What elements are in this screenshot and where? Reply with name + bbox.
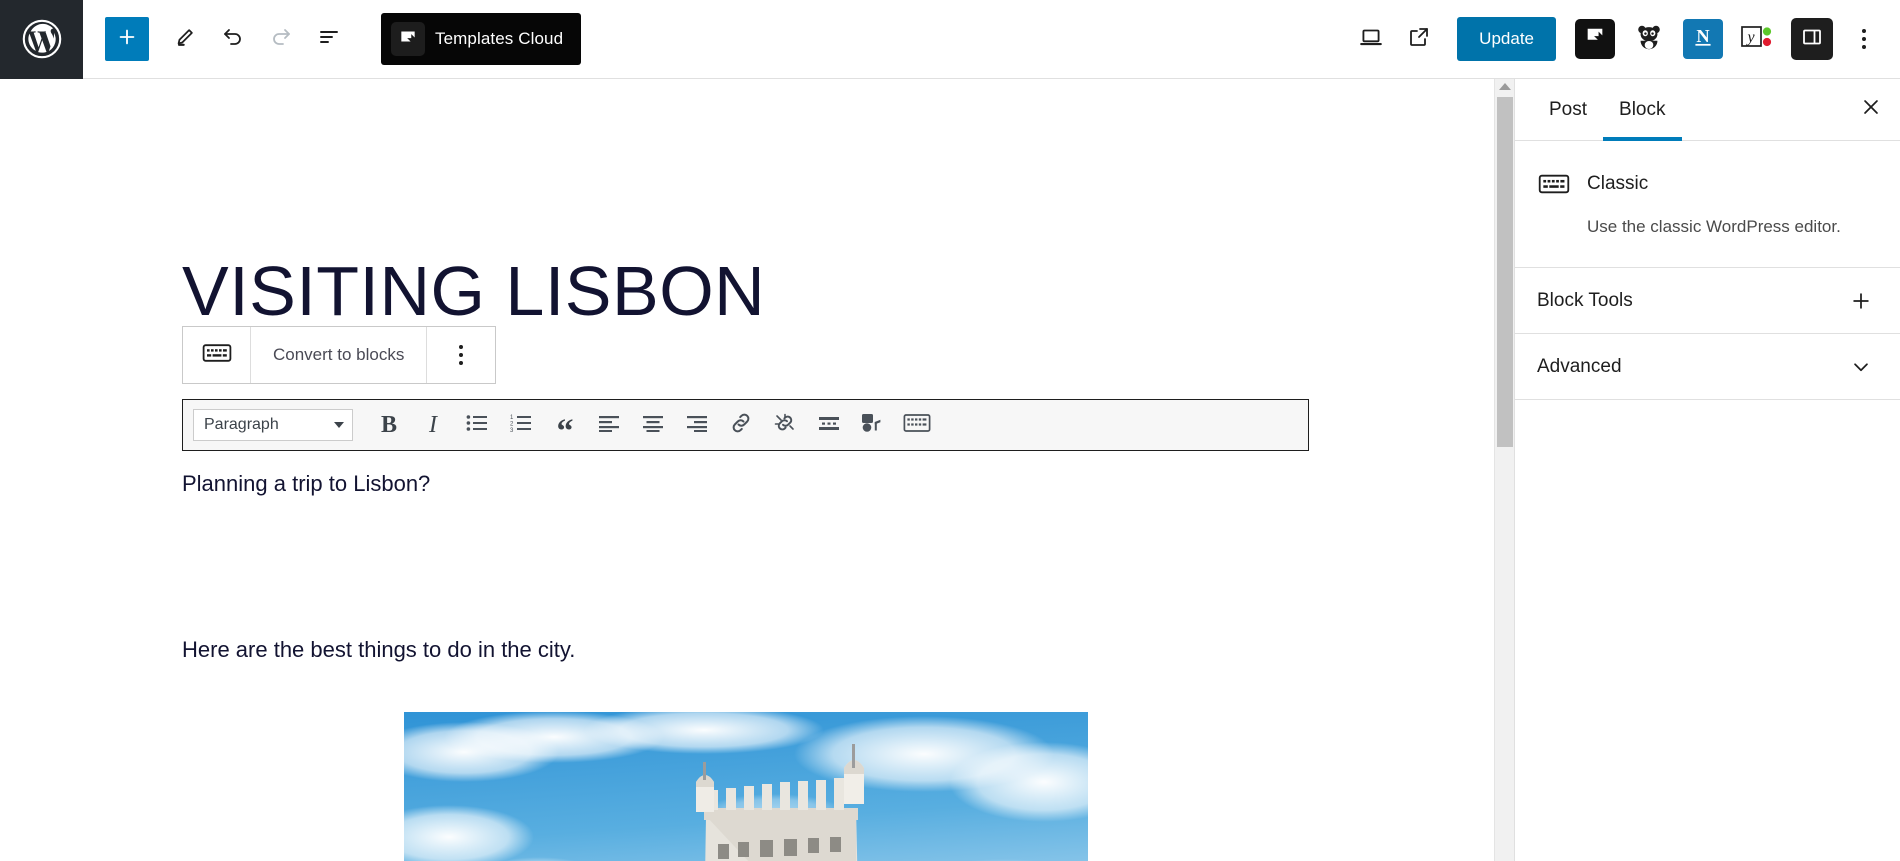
- pencil-icon: [174, 26, 196, 53]
- tab-post[interactable]: Post: [1533, 79, 1603, 140]
- templates-cloud-button[interactable]: Templates Cloud: [381, 13, 581, 65]
- blockquote-button[interactable]: “: [543, 405, 587, 445]
- svg-text:N: N: [1696, 25, 1710, 45]
- toolbar-toggle-button[interactable]: [895, 405, 939, 445]
- panda-icon: [1634, 22, 1664, 57]
- panel-advanced-label: Advanced: [1537, 356, 1622, 378]
- keyboard-icon: [202, 342, 232, 369]
- panel-advanced[interactable]: Advanced: [1515, 334, 1900, 400]
- align-right-button[interactable]: [675, 405, 719, 445]
- external-link-icon: [1407, 25, 1431, 54]
- add-media-button[interactable]: [851, 405, 895, 445]
- settings-sidebar: Post Block: [1514, 79, 1900, 861]
- svg-text:y: y: [1745, 29, 1755, 46]
- align-center-icon: [642, 413, 664, 438]
- tools-button[interactable]: [161, 15, 209, 63]
- tab-block[interactable]: Block: [1603, 79, 1681, 140]
- numbered-list-button[interactable]: 1 2 3: [499, 405, 543, 445]
- nelio-plugin-icon[interactable]: N: [1683, 19, 1723, 59]
- format-select[interactable]: Paragraph: [193, 409, 353, 441]
- convert-to-blocks-button[interactable]: Convert to blocks: [251, 327, 427, 383]
- templates-cloud-label: Templates Cloud: [435, 29, 563, 49]
- keyboard-toolbar-icon: [903, 412, 931, 439]
- templates-cloud-icon: [391, 22, 425, 56]
- undo-button[interactable]: [209, 15, 257, 63]
- block-description: Use the classic WordPress editor.: [1587, 215, 1878, 239]
- unlink-icon: [773, 412, 797, 439]
- templates-cloud-icon: [1584, 26, 1606, 53]
- panel-block-tools-label: Block Tools: [1537, 290, 1633, 312]
- align-right-icon: [686, 413, 708, 438]
- editor-canvas[interactable]: VISITING LISBON: [0, 79, 1494, 861]
- media-icon: [861, 412, 885, 439]
- yoast-seo-icon[interactable]: y: [1733, 15, 1781, 63]
- align-center-button[interactable]: [631, 405, 675, 445]
- vertical-dots-icon: [459, 345, 463, 365]
- editor-top-bar: Templates Cloud Update: [0, 0, 1900, 79]
- block-toolbar: Convert to blocks: [182, 326, 496, 384]
- options-kebab-menu[interactable]: [1842, 15, 1886, 63]
- close-sidebar-button[interactable]: [1842, 79, 1900, 140]
- block-type-button[interactable]: [183, 327, 251, 383]
- paragraph-2[interactable]: Here are the best things to do in the ci…: [182, 635, 575, 665]
- belem-tower-photo[interactable]: [404, 712, 1088, 861]
- top-bar-left-tools: Templates Cloud: [83, 13, 581, 65]
- plus-icon[interactable]: [1844, 284, 1878, 318]
- block-info-card: Classic Use the classic WordPress editor…: [1515, 141, 1900, 268]
- read-more-icon: [818, 413, 840, 438]
- plus-icon: [116, 26, 138, 53]
- paragraph-1[interactable]: Planning a trip to Lisbon?: [182, 469, 430, 499]
- align-left-button[interactable]: [587, 405, 631, 445]
- svg-text:2: 2: [510, 421, 514, 427]
- bulleted-list-icon: [466, 413, 488, 438]
- vertical-dots-icon: [1862, 29, 1866, 49]
- sidebar-tabs: Post Block: [1515, 79, 1900, 141]
- svg-text:1: 1: [510, 415, 514, 421]
- canvas-scrollbar[interactable]: [1494, 79, 1514, 861]
- svg-text:3: 3: [510, 428, 514, 433]
- insert-link-button[interactable]: [719, 405, 763, 445]
- close-icon: [1860, 96, 1882, 123]
- italic-button[interactable]: I: [411, 405, 455, 445]
- numbered-list-icon: 1 2 3: [510, 413, 532, 438]
- bold-button[interactable]: B: [367, 405, 411, 445]
- settings-sidebar-toggle[interactable]: [1791, 18, 1833, 60]
- remove-link-button[interactable]: [763, 405, 807, 445]
- read-more-button[interactable]: [807, 405, 851, 445]
- block-info-header: Classic: [1537, 167, 1878, 201]
- scrollbar-thumb[interactable]: [1497, 97, 1513, 447]
- redo-button[interactable]: [257, 15, 305, 63]
- block-more-options-button[interactable]: [427, 327, 495, 383]
- yoast-icon: y: [1740, 22, 1774, 57]
- add-block-button[interactable]: [105, 17, 149, 61]
- view-post-button[interactable]: [1395, 15, 1443, 63]
- laptop-icon: [1358, 24, 1384, 55]
- undo-arrow-icon: [221, 25, 245, 54]
- link-icon: [729, 412, 753, 439]
- panel-block-tools[interactable]: Block Tools: [1515, 268, 1900, 334]
- templates-cloud-plugin-icon[interactable]: [1575, 19, 1615, 59]
- classic-editor-toolbar: Paragraph B I 1 2: [182, 399, 1309, 451]
- redo-arrow-icon: [269, 25, 293, 54]
- bulleted-list-button[interactable]: [455, 405, 499, 445]
- format-select-value: Paragraph: [204, 416, 279, 434]
- letter-n-icon: N: [1690, 24, 1716, 55]
- scroll-up-arrow-icon[interactable]: [1499, 83, 1511, 90]
- update-button[interactable]: Update: [1457, 17, 1556, 61]
- align-left-icon: [598, 413, 620, 438]
- top-bar-right-tools: Update: [1347, 15, 1900, 63]
- sidebar-panel-icon: [1800, 25, 1824, 54]
- chevron-down-icon[interactable]: [1844, 350, 1878, 384]
- chevron-down-icon: [334, 422, 344, 428]
- post-title[interactable]: VISITING LISBON: [182, 251, 765, 331]
- list-view-icon: [317, 25, 341, 54]
- preview-button[interactable]: [1347, 15, 1395, 63]
- document-overview-button[interactable]: [305, 15, 353, 63]
- editor-body: VISITING LISBON: [0, 79, 1900, 861]
- panda-plugin-icon[interactable]: [1625, 15, 1673, 63]
- wordpress-logo-button[interactable]: [0, 0, 83, 79]
- keyboard-icon: [1537, 167, 1571, 201]
- wordpress-logo-icon: [21, 18, 63, 60]
- block-name-label: Classic: [1587, 173, 1648, 195]
